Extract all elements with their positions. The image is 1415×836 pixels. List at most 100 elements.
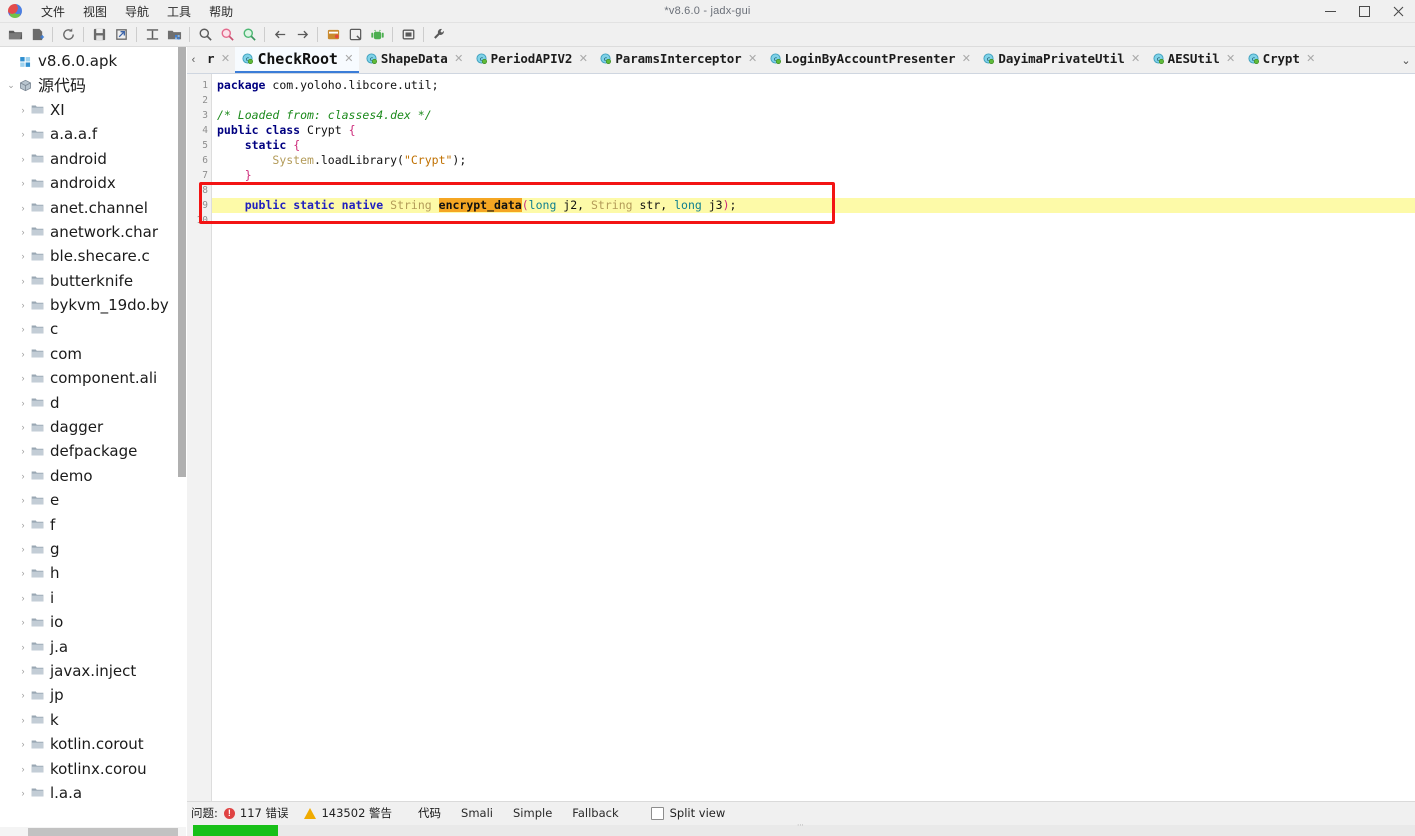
android-icon[interactable] [366,25,388,45]
back-icon[interactable] [269,25,291,45]
tab-overflow-menu-icon[interactable]: ⌄ [1397,47,1415,73]
chevron-right-icon[interactable]: › [16,788,30,798]
tree-node-dagger[interactable]: › dagger [0,415,186,439]
editor-tab-crypt[interactable]: c Crypt ✕ [1241,47,1321,73]
code-line-9[interactable]: public static native String encrypt_data… [212,198,1415,213]
chevron-down-icon[interactable]: ⌄ [4,80,18,91]
reload-icon[interactable] [57,25,79,45]
chevron-right-icon[interactable]: › [16,129,30,139]
search-icon[interactable] [194,25,216,45]
tree-node-i[interactable]: › i [0,586,186,610]
chevron-right-icon[interactable]: › [16,471,30,481]
chevron-right-icon[interactable]: › [16,349,30,359]
chevron-right-icon[interactable]: › [16,203,30,213]
save-icon[interactable] [88,25,110,45]
editor-tab-periodapiv2[interactable]: c PeriodAPIV2 ✕ [469,47,594,73]
tree-node-k[interactable]: › k [0,708,186,732]
code-line-7[interactable]: } [212,168,1415,183]
code-line-8[interactable] [212,183,1415,198]
chevron-right-icon[interactable]: › [16,324,30,334]
tree-node-javax-inject[interactable]: › javax.inject [0,659,186,683]
tree-node-butterknife[interactable]: › butterknife [0,269,186,293]
split-view-checkbox[interactable] [650,806,664,820]
menu-item-view[interactable]: 视图 [74,1,116,22]
code-line-3[interactable]: /* Loaded from: classes4.dex */ [212,108,1415,123]
chevron-right-icon[interactable]: › [16,593,30,603]
tree-node-v8-6-0-apk[interactable]: v8.6.0.apk [0,49,186,73]
chevron-right-icon[interactable]: › [16,178,30,188]
error-count-item[interactable]: 117 错误 [223,805,288,821]
chevron-right-icon[interactable]: › [16,739,30,749]
view-tab-fallback[interactable]: Fallback [562,804,628,822]
chevron-right-icon[interactable]: › [16,544,30,554]
editor-tab-shapedata[interactable]: c ShapeData ✕ [359,47,469,73]
search-comment-icon[interactable] [238,25,260,45]
tree-node-jp[interactable]: › jp [0,683,186,707]
tab-close-icon[interactable]: ✕ [959,52,973,65]
tree-node-io[interactable]: › io [0,610,186,634]
quark-icon[interactable] [344,25,366,45]
tree-horizontal-scroll-thumb[interactable] [28,828,178,836]
editor-tab-aesutil[interactable]: c AESUtil ✕ [1146,47,1241,73]
chevron-right-icon[interactable]: › [16,227,30,237]
preferences-icon[interactable] [428,25,450,45]
tree-vertical-scroll-thumb[interactable] [178,47,186,477]
tree-node-g[interactable]: › g [0,537,186,561]
menu-item-navigation[interactable]: 导航 [116,1,158,22]
log-icon[interactable] [397,25,419,45]
chevron-right-icon[interactable]: › [16,568,30,578]
editor-tab-loginbyaccountpresenter[interactable]: c LoginByAccountPresenter ✕ [763,47,977,73]
menu-item-tools[interactable]: 工具 [158,1,200,22]
tab-close-icon[interactable]: ✕ [576,52,590,65]
tree-node-j-a[interactable]: › j.a [0,634,186,658]
chevron-right-icon[interactable]: › [16,251,30,261]
chevron-right-icon[interactable]: › [16,666,30,676]
tree-node-component-ali[interactable]: › component.ali [0,366,186,390]
code-line-10[interactable] [212,213,1415,228]
tree-node-l-a-a[interactable]: › l.a.a [0,781,186,805]
tree-node-anet-channel[interactable]: › anet.channel [0,195,186,219]
split-view-toggle[interactable]: Split view [650,806,725,820]
tab-close-icon[interactable]: ✕ [1224,52,1238,65]
tree-node-com[interactable]: › com [0,342,186,366]
chevron-right-icon[interactable]: › [16,690,30,700]
tab-close-icon[interactable]: ✕ [218,52,232,65]
tree-node-kotlinx-corou[interactable]: › kotlinx.corou [0,756,186,780]
chevron-right-icon[interactable]: › [16,105,30,115]
tree-node-[interactable]: ⌄ 源代码 [0,73,186,97]
code-line-4[interactable]: public class Crypt { [212,123,1415,138]
view-tab-code[interactable]: 代码 [408,803,451,823]
code-content[interactable]: package com.yoloho.libcore.util; /* Load… [212,74,1415,801]
tree-horizontal-scrollbar[interactable] [0,827,186,836]
menu-item-help[interactable]: 帮助 [200,1,242,22]
chevron-right-icon[interactable]: › [16,520,30,530]
view-tab-simple[interactable]: Simple [503,804,562,822]
warning-count-item[interactable]: 143502 警告 [304,805,392,821]
minimize-button[interactable] [1313,0,1347,22]
tab-scroll-left-button[interactable]: ‹ [187,47,200,73]
project-tree[interactable]: v8.6.0.apk ⌄ 源代码 › XI › a.a.a.f › android › androi… [0,47,186,805]
tree-node-e[interactable]: › e [0,488,186,512]
export-icon[interactable] [110,25,132,45]
tree-node-androidx[interactable]: › androidx [0,171,186,195]
tab-close-icon[interactable]: ✕ [746,52,760,65]
code-line-5[interactable]: static { [212,138,1415,153]
search-class-icon[interactable] [216,25,238,45]
chevron-right-icon[interactable]: › [16,446,30,456]
tree-node-bykvm-19do-by[interactable]: › bykvm_19do.by [0,293,186,317]
tree-vertical-scrollbar[interactable] [177,47,186,836]
sync-icon[interactable] [141,25,163,45]
tab-close-icon[interactable]: ✕ [452,52,466,65]
deobfuscation-icon[interactable] [322,25,344,45]
tree-node-android[interactable]: › android [0,147,186,171]
tree-node-a-a-a-f[interactable]: › a.a.a.f [0,122,186,146]
code-editor[interactable]: 1 2 3 4 5 6 7 8 9 10 package com.yoloho.libcore.u… [187,73,1415,801]
chevron-right-icon[interactable]: › [16,617,30,627]
chevron-right-icon[interactable]: › [16,373,30,383]
chevron-right-icon[interactable]: › [16,715,30,725]
tree-node-ble-shecare-c[interactable]: › ble.shecare.c [0,244,186,268]
tab-close-icon[interactable]: ✕ [1129,52,1143,65]
tree-node-h[interactable]: › h [0,561,186,585]
chevron-right-icon[interactable]: › [16,642,30,652]
editor-tab-strip[interactable]: ‹ r ✕ c CheckRoot ✕ c ShapeData ✕ c PeriodAPIV2 ✕ c P… [187,47,1415,73]
